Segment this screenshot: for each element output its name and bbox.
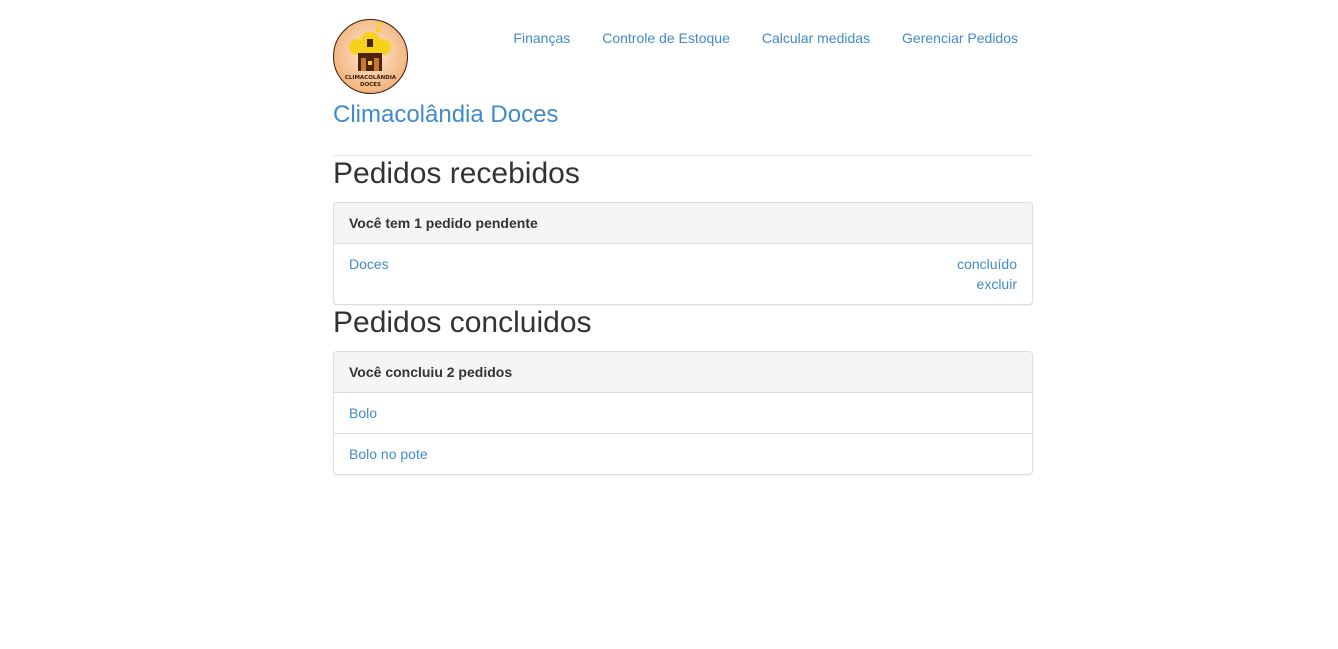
delete-order-link[interactable]: excluir (957, 274, 1017, 294)
nav-item-gerenciar-pedidos[interactable]: Gerenciar Pedidos (885, 28, 1033, 48)
main-nav: Finanças Controle de Estoque Calcular me… (513, 28, 1033, 48)
site-header: CLIMACOLÂNDIA DOCES Finanças Controle de… (333, 0, 1033, 156)
completed-orders-heading: Você concluiu 2 pedidos (334, 352, 1032, 393)
completed-orders-title: Pedidos concluidos (333, 306, 592, 339)
list-item: Doces concluído excluir (334, 244, 1032, 304)
order-actions: concluído excluir (957, 254, 1017, 294)
list-item: Bolo no pote (334, 434, 1032, 474)
logo-text-line1: CLIMACOLÂNDIA (345, 74, 397, 81)
received-orders-title: Pedidos recebidos (333, 157, 580, 190)
brand-logo[interactable]: CLIMACOLÂNDIA DOCES (333, 17, 408, 96)
list-item: Bolo (334, 393, 1032, 434)
mark-done-link[interactable]: concluído (957, 254, 1017, 274)
order-name-link[interactable]: Bolo (349, 405, 377, 421)
page-container: CLIMACOLÂNDIA DOCES Finanças Controle de… (333, 0, 1033, 475)
logo-text-line2: DOCES (360, 82, 381, 88)
cupcake-house-logo-icon: CLIMACOLÂNDIA DOCES (333, 19, 408, 94)
received-orders-panel: Você tem 1 pedido pendente Doces concluí… (333, 202, 1033, 305)
nav-item-calcular-medidas[interactable]: Calcular medidas (745, 28, 885, 48)
nav-item-controle-estoque[interactable]: Controle de Estoque (585, 28, 745, 48)
completed-orders-panel: Você concluiu 2 pedidos Bolo Bolo no pot… (333, 351, 1033, 475)
nav-item-financas[interactable]: Finanças (513, 28, 585, 48)
received-orders-heading: Você tem 1 pedido pendente (334, 203, 1032, 244)
order-name-link[interactable]: Bolo no pote (349, 446, 428, 462)
site-name-link[interactable]: Climacolândia Doces (333, 99, 558, 131)
order-name-link[interactable]: Doces (349, 254, 389, 274)
